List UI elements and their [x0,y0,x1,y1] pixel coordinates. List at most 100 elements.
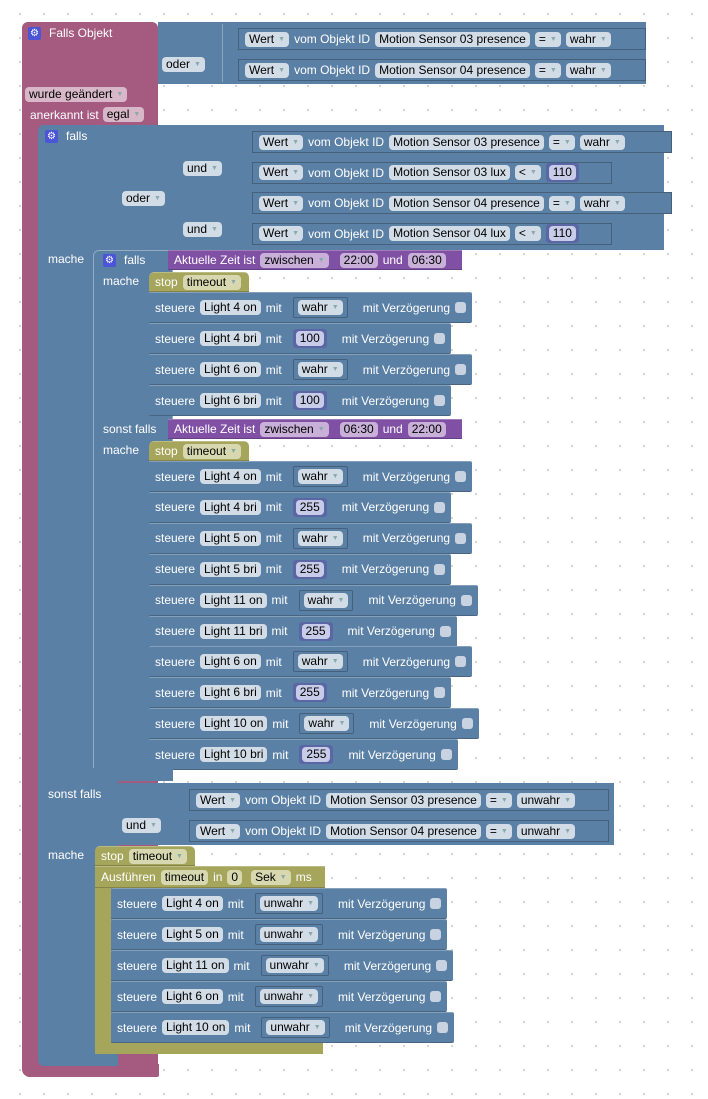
delay-checkbox[interactable] [434,333,446,344]
target-object-field[interactable]: Light 6 bri [200,393,261,408]
value-mode-dropdown[interactable]: Wert ▼ [259,226,304,241]
delay-checkbox[interactable] [434,395,446,406]
target-object-field[interactable]: Light 4 on [200,469,261,484]
timeout-block[interactable] [95,866,111,1054]
stop-timeout-block-2[interactable]: stop timeout ▼ [149,441,249,461]
target-object-field[interactable]: Light 6 on [200,654,261,670]
value-mode-dropdown[interactable]: Wert ▼ [196,792,241,808]
value-mode-dropdown[interactable]: Wert ▼ [245,62,290,78]
number-input[interactable]: 255 [302,747,331,763]
bool-dropdown[interactable]: unwahr ▼ [259,989,319,1004]
condition-row[interactable]: Wert ▼ vom Objekt ID Motion Sensor 03 prese… [189,789,609,811]
target-object-field[interactable]: Light 11 on [200,592,267,608]
time-mode-dropdown[interactable]: zwischen ▼ [260,421,329,437]
bool-dropdown[interactable]: wahr ▼ [297,654,343,670]
condition-row[interactable]: Wert ▼ vom Objekt ID Motion Sensor 03 prese… [252,131,672,153]
action-row[interactable]: steuere Light 4 bri mit 255 mit Verzögerung [149,491,452,523]
target-object-field[interactable]: Light 10 on [200,716,268,732]
trigger-or-dropdown[interactable]: oder ▼ [162,56,205,72]
time-to-input[interactable]: 22:00 [407,421,446,437]
action-row[interactable]: steuere Light 6 bri mit 100 mit Verzögerung [149,385,452,416]
timer-name-input[interactable]: timeout [160,869,209,885]
bool-dropdown[interactable]: unwahr ▼ [516,792,576,808]
delay-checkbox[interactable] [440,749,452,761]
compare-dropdown[interactable]: = ▼ [548,134,575,150]
condition-row[interactable]: Wert ▼ vom Objekt ID Motion Sensor 03 lux < ▼… [252,161,612,184]
action-row[interactable]: steuere Light 5 bri mit 255 mit Verzögerung [149,553,452,585]
target-object-field[interactable]: Light 6 on [162,989,223,1004]
unit-dropdown[interactable]: Sek ▼ [251,869,291,885]
compare-dropdown[interactable]: = ▼ [548,195,575,211]
number-input[interactable]: 110 [548,165,576,180]
target-object-field[interactable]: Light 5 on [200,530,261,546]
compare-dropdown[interactable]: = ▼ [534,31,561,47]
number-input[interactable]: 255 [295,685,324,701]
delay-checkbox[interactable] [436,960,448,971]
bool-dropdown[interactable]: wahr ▼ [297,530,343,546]
bool-dropdown[interactable]: unwahr ▼ [259,896,319,911]
compare-dropdown[interactable]: = ▼ [534,62,561,78]
delay-checkbox[interactable] [455,532,467,544]
object-id-field[interactable]: Motion Sensor 04 lux [389,226,510,241]
target-object-field[interactable]: Light 4 on [200,300,261,315]
object-id-field[interactable]: Motion Sensor 03 presence [389,134,544,150]
bool-dropdown[interactable]: wahr ▼ [579,134,625,150]
number-input[interactable]: 100 [295,331,324,346]
if-and-dropdown-1[interactable]: und ▼ [183,160,222,176]
number-input[interactable]: 255 [295,499,324,515]
time-from-input[interactable]: 06:30 [339,421,378,437]
object-id-field[interactable]: Motion Sensor 03 presence [326,792,481,808]
object-id-field[interactable]: Motion Sensor 04 presence [375,62,530,78]
target-object-field[interactable]: Light 11 bri [200,623,267,639]
bool-dropdown[interactable]: wahr ▼ [303,592,349,608]
time-condition-2[interactable]: Aktuelle Zeit ist zwischen ▼ 06:30 und 22… [168,419,462,439]
bool-dropdown[interactable]: wahr ▼ [297,362,343,377]
compare-dropdown[interactable]: = ▼ [485,823,512,839]
condition-row[interactable]: Wert ▼ vom Objekt ID Motion Sensor 04 prese… [238,59,646,81]
gear-icon[interactable]: ⚙ [28,26,41,40]
delay-checkbox[interactable] [434,563,446,575]
action-row[interactable]: steuere Light 5 on mit wahr ▼ mit Verzögerung [149,522,473,554]
target-object-field[interactable]: Light 10 on [162,1020,230,1035]
action-row[interactable]: steuere Light 10 on mit unwahr ▼ mit Verzöger… [111,1012,455,1043]
condition-row[interactable]: Wert ▼ vom Objekt ID Motion Sensor 04 prese… [189,820,609,842]
if-or-dropdown[interactable]: oder ▼ [122,190,165,206]
delay-checkbox[interactable] [434,687,446,699]
gear-icon[interactable]: ⚙ [45,129,58,143]
timer-dropdown[interactable]: timeout ▼ [128,848,187,864]
bool-dropdown[interactable]: unwahr ▼ [259,927,319,942]
ack-dropdown[interactable]: egal ▼ [102,107,145,122]
else-and-dropdown[interactable]: und ▼ [122,817,161,833]
action-row[interactable]: steuere Light 4 bri mit 100 mit Verzögerung [149,323,452,354]
bool-dropdown[interactable]: wahr ▼ [297,469,343,484]
action-row[interactable]: steuere Light 11 on mit wahr ▼ mit Verzögerun… [149,584,478,616]
number-input[interactable]: 255 [301,623,330,639]
delay-checkbox[interactable] [460,594,472,606]
action-row[interactable]: steuere Light 5 on mit unwahr ▼ mit Verzögeru… [111,919,448,950]
action-row[interactable]: steuere Light 6 on mit wahr ▼ mit Verzögerung [149,646,473,678]
target-object-field[interactable]: Light 11 on [162,958,229,973]
bool-dropdown[interactable]: unwahr ▼ [516,823,576,839]
object-id-field[interactable]: Motion Sensor 04 presence [326,823,481,839]
stop-timeout-block[interactable]: stop timeout ▼ [149,272,249,292]
value-mode-dropdown[interactable]: Wert ▼ [259,134,304,150]
compare-dropdown[interactable]: < ▼ [514,226,541,241]
time-mode-dropdown[interactable]: zwischen ▼ [260,252,329,268]
bool-dropdown[interactable]: wahr ▼ [304,716,350,732]
object-id-field[interactable]: Motion Sensor 04 presence [389,195,544,211]
delay-checkbox[interactable] [439,625,451,637]
number-input[interactable]: 110 [548,226,576,241]
delay-checkbox[interactable] [430,991,442,1002]
target-object-field[interactable]: Light 4 bri [200,499,261,515]
action-row[interactable]: steuere Light 6 bri mit 255 mit Verzögerung [149,677,452,709]
delay-checkbox[interactable] [455,656,467,668]
value-mode-dropdown[interactable]: Wert ▼ [196,823,241,839]
delay-checkbox[interactable] [430,898,442,909]
action-row[interactable]: steuere Light 6 on mit wahr ▼ mit Verzögerung [149,354,473,385]
time-from-input[interactable]: 22:00 [339,252,378,268]
timer-dropdown[interactable]: timeout ▼ [182,443,241,459]
bool-dropdown[interactable]: unwahr ▼ [266,1020,325,1035]
delay-checkbox[interactable] [455,471,467,482]
object-id-field[interactable]: Motion Sensor 03 lux [389,165,510,180]
action-row[interactable]: steuere Light 11 bri mit 255 mit Verzögerung [149,615,457,647]
